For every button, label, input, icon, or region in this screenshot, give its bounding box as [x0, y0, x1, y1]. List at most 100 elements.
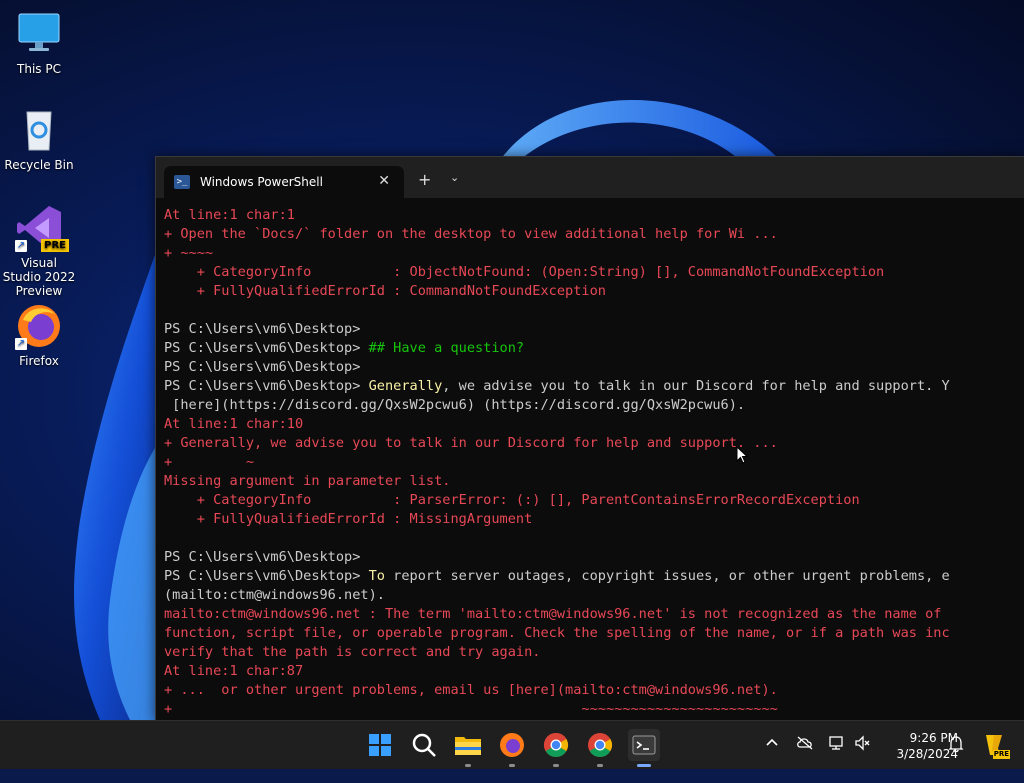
firefox-icon: ↗ — [15, 302, 63, 350]
console-line: PS C:\Users\vm6\Desktop> — [164, 320, 1024, 339]
firefox-icon — [500, 733, 524, 757]
console-text: , we advise you to talk in our Discord f… — [442, 378, 950, 394]
console-line: At line:1 char:87 — [164, 662, 1024, 681]
console-text: + CategoryInfo : ObjectNotFound: (Open:S… — [164, 264, 885, 280]
clock-time: 9:26 PM — [909, 731, 958, 745]
monitor-icon — [15, 10, 63, 58]
taskbar-terminal[interactable] — [628, 729, 660, 767]
taskbar: 9:26 PM 3/28/2024 PRE — [0, 720, 1024, 769]
console-line: At line:1 char:10 — [164, 415, 1024, 434]
visual-studio-icon: PRE ↗ — [15, 204, 69, 252]
console-text: mailto:ctm@windows96.net : The term 'mai… — [164, 606, 942, 622]
shortcut-arrow-icon: ↗ — [15, 240, 27, 252]
shortcut-arrow-icon: ↗ — [15, 338, 27, 350]
console-line: At line:1 char:1 — [164, 206, 1024, 225]
console-text: PS C:\Users\vm6\Desktop> — [164, 359, 361, 375]
search-icon — [412, 733, 436, 757]
taskbar-firefox[interactable] — [496, 729, 528, 767]
tab-bar: >_ Windows PowerShell ✕ + ⌄ — [156, 157, 1024, 198]
chevron-down-icon[interactable]: ⌄ — [450, 171, 459, 184]
desktop-icon-firefox[interactable]: ↗ Firefox — [1, 302, 77, 368]
console-text: + ~~~~~~~~~~~~~~~~~~~~~~~~ — [164, 701, 778, 717]
desktop-icon-label: Firefox — [19, 354, 59, 368]
powershell-icon: >_ — [174, 175, 190, 189]
console-text: + ~~~~ — [164, 245, 214, 261]
chevron-up-icon[interactable] — [764, 735, 780, 783]
chrome-icon — [588, 733, 613, 758]
close-icon[interactable]: ✕ — [378, 173, 390, 189]
recycle-bin-icon — [15, 106, 63, 154]
console-text: Generally — [368, 378, 443, 394]
network-icon[interactable] — [828, 735, 846, 783]
copilot-preview-icon[interactable]: PRE — [980, 731, 1010, 759]
console-text: + FullyQualifiedErrorId : CommandNotFoun… — [164, 283, 606, 299]
search-button[interactable] — [408, 729, 440, 761]
console-text: PS C:\Users\vm6\Desktop> — [164, 549, 361, 565]
start-button[interactable] — [364, 729, 396, 761]
console-text: report server outages, copyright issues,… — [384, 568, 950, 584]
console-text: At line:1 char:87 — [164, 663, 304, 679]
console-text: To — [368, 568, 385, 584]
console-text: + Open the `Docs/` folder on the desktop… — [164, 226, 778, 242]
console-text: At line:1 char:1 — [164, 207, 295, 223]
preview-badge: PRE — [41, 239, 69, 252]
console-line: + Open the `Docs/` folder on the desktop… — [164, 225, 1024, 244]
console-text: PS C:\Users\vm6\Desktop> — [164, 321, 361, 337]
notification-bell-icon[interactable] — [948, 735, 964, 783]
console-line: PS C:\Users\vm6\Desktop> — [164, 548, 1024, 567]
console-line: PS C:\Users\vm6\Desktop> — [164, 358, 1024, 377]
console-line: PS C:\Users\vm6\Desktop> To report serve… — [164, 567, 1024, 586]
console-text: + ... or other urgent problems, email us… — [164, 682, 778, 698]
console-line: + FullyQualifiedErrorId : MissingArgumen… — [164, 510, 1024, 529]
console-text: + FullyQualifiedErrorId : MissingArgumen… — [164, 511, 533, 527]
folder-icon — [455, 737, 481, 755]
console-line: (mailto:ctm@windows96.net). — [164, 586, 1024, 605]
console-line: + ~ — [164, 453, 1024, 472]
desktop-icon-visual-studio[interactable]: PRE ↗ Visual Studio 2022 Preview — [1, 204, 77, 298]
console-text: PS C:\Users\vm6\Desktop> — [164, 568, 369, 584]
desktop-icon-label: Visual Studio 2022 Preview — [2, 256, 76, 298]
console-line: PS C:\Users\vm6\Desktop> Generally, we a… — [164, 377, 1024, 396]
taskbar-chrome-2[interactable] — [584, 729, 616, 767]
console-text: Missing argument in parameter list. — [164, 473, 451, 489]
console-line: function, script file, or operable progr… — [164, 624, 1024, 643]
console-line: + FullyQualifiedErrorId : CommandNotFoun… — [164, 282, 1024, 301]
console-line: mailto:ctm@windows96.net : The term 'mai… — [164, 605, 1024, 624]
console-text: + ~ — [164, 454, 255, 470]
console-text: (mailto:ctm@windows96.net). — [164, 587, 385, 603]
console-text: function, script file, or operable progr… — [164, 625, 950, 641]
desktop-icon-this-pc[interactable]: This PC — [1, 10, 77, 76]
terminal-window[interactable]: >_ Windows PowerShell ✕ + ⌄ At line:1 ch… — [155, 156, 1024, 722]
console-line: Missing argument in parameter list. — [164, 472, 1024, 491]
console-text: PS C:\Users\vm6\Desktop> — [164, 340, 369, 356]
console-line: [here](https://discord.gg/QxsW2pcwu6) (h… — [164, 396, 1024, 415]
console-text: [here](https://discord.gg/QxsW2pcwu6) (h… — [164, 397, 746, 413]
tab-title: Windows PowerShell — [200, 175, 323, 189]
clock[interactable]: 9:26 PM 3/28/2024 — [880, 730, 958, 762]
console-text: + Generally, we advise you to talk in ou… — [164, 435, 778, 451]
desktop-icon-label: Recycle Bin — [4, 158, 74, 172]
desktop-icon-recycle-bin[interactable]: Recycle Bin — [1, 106, 77, 172]
console-line: + CategoryInfo : ObjectNotFound: (Open:S… — [164, 263, 1024, 282]
tab-windows-powershell[interactable]: >_ Windows PowerShell ✕ — [164, 166, 404, 198]
new-tab-button[interactable]: + — [418, 170, 431, 189]
chrome-icon — [543, 733, 569, 758]
console-text: verify that the path is correct and try … — [164, 644, 541, 660]
console-line: PS C:\Users\vm6\Desktop> ## Have a quest… — [164, 339, 1024, 358]
clock-date: 3/28/2024 — [896, 747, 958, 761]
volume-muted-icon[interactable] — [854, 735, 872, 783]
mouse-cursor-icon — [736, 445, 749, 468]
console-text: + CategoryInfo : ParserError: (:) [], Pa… — [164, 492, 860, 508]
preview-badge: PRE — [992, 750, 1010, 759]
desktop-icon-label: This PC — [17, 62, 61, 76]
console-text: At line:1 char:10 — [164, 416, 304, 432]
console-text: ## Have a question? — [368, 340, 525, 356]
console-line: + CategoryInfo : ParserError: (:) [], Pa… — [164, 491, 1024, 510]
console-line: + ... or other urgent problems, email us… — [164, 681, 1024, 700]
console-output[interactable]: At line:1 char:1 + Open the `Docs/` folde… — [164, 206, 1024, 720]
console-line: + ~~~~~~~~~~~~~~~~~~~~~~~~ — [164, 700, 1024, 719]
taskbar-chrome[interactable] — [540, 729, 572, 767]
taskbar-file-explorer[interactable] — [452, 729, 484, 767]
onedrive-offline-icon[interactable] — [796, 735, 814, 783]
